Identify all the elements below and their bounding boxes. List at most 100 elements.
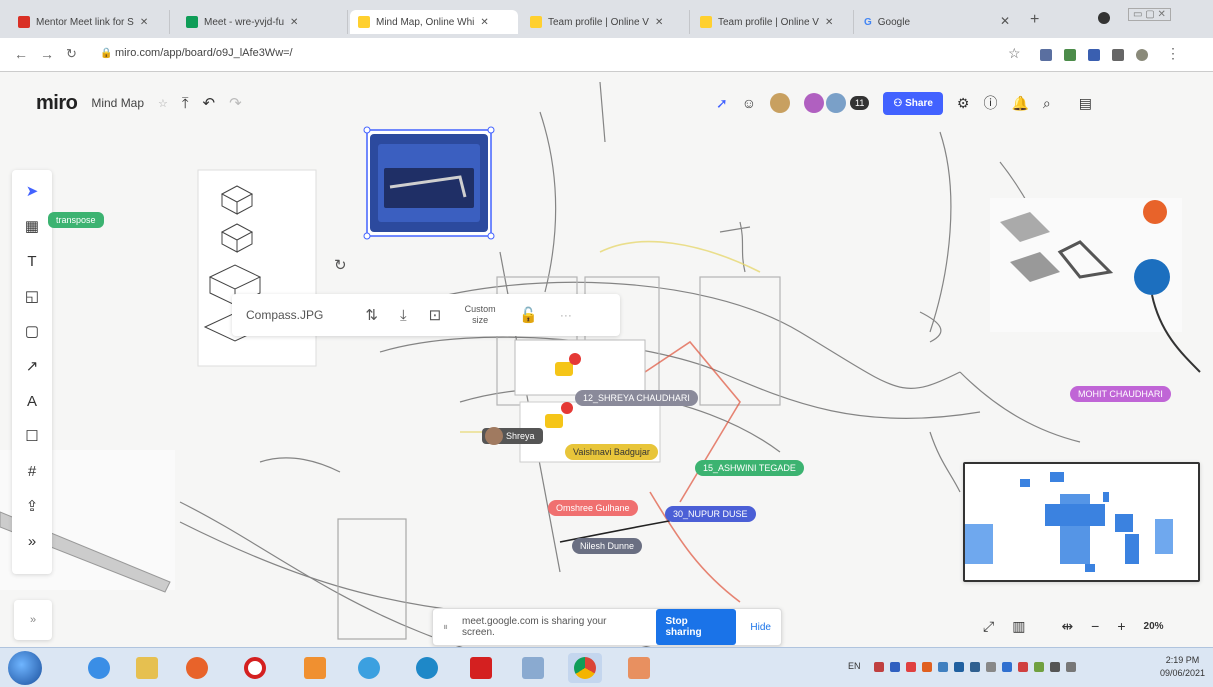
window-controls[interactable]: ▭ ▢ ✕: [1128, 8, 1171, 21]
tray-icon[interactable]: [938, 662, 948, 672]
new-tab-button[interactable]: +: [1030, 11, 1039, 29]
collapsed-panel[interactable]: »: [14, 600, 52, 640]
sticky-note-icon[interactable]: ◱: [21, 285, 43, 307]
reload-icon[interactable]: ↻: [66, 46, 77, 62]
firefox-icon[interactable]: [180, 653, 214, 683]
tray-icon[interactable]: [890, 662, 900, 672]
forward-icon[interactable]: →: [40, 46, 54, 62]
close-tab-icon[interactable]: ✕: [825, 17, 833, 28]
star-icon[interactable]: ☆: [1008, 45, 1021, 62]
document-icon[interactable]: [516, 653, 550, 683]
redo-icon[interactable]: ↷: [229, 94, 242, 112]
star-icon[interactable]: ☆: [158, 97, 168, 110]
miro-logo[interactable]: miro: [36, 92, 78, 115]
tray-icon[interactable]: [954, 662, 964, 672]
avatar[interactable]: [770, 93, 791, 113]
crop-icon[interactable]: ⊡: [429, 306, 442, 324]
settings-icon[interactable]: ⚙: [957, 95, 970, 112]
select-tool-icon[interactable]: ➤: [21, 180, 43, 202]
map-icon[interactable]: ▥: [1012, 618, 1025, 635]
zoom-in-button[interactable]: +: [1117, 618, 1125, 634]
board-title[interactable]: Mind Map: [91, 96, 144, 110]
bell-icon[interactable]: 🔔: [1011, 95, 1028, 112]
tab-google[interactable]: G Google: [856, 10, 1016, 34]
templates-icon[interactable]: ▦: [21, 215, 43, 237]
fit-width-icon[interactable]: ⇹: [1061, 618, 1073, 635]
side-label[interactable]: transpose: [48, 212, 104, 228]
cortana-icon[interactable]: [352, 653, 386, 683]
zoom-level[interactable]: 20%: [1144, 621, 1164, 632]
tray-icon[interactable]: [906, 662, 916, 672]
close-tab-icon[interactable]: ✕: [1000, 14, 1010, 28]
puzzle-icon[interactable]: [1112, 49, 1124, 61]
close-tab-icon[interactable]: ✕: [655, 17, 663, 28]
url-field[interactable]: miro.com/app/board/o9J_lAfe3Ww=/: [115, 47, 293, 59]
upload-icon[interactable]: ⇪: [21, 495, 43, 517]
lock-icon[interactable]: 🔓: [519, 306, 538, 324]
back-icon[interactable]: ←: [14, 46, 28, 62]
flip-icon[interactable]: ⇅: [365, 306, 378, 324]
more-icon[interactable]: ···: [560, 308, 572, 322]
app-icon[interactable]: [622, 653, 656, 683]
menu-icon[interactable]: ⋮: [1166, 45, 1180, 62]
miro-board[interactable]: miro Mind Map ☆ ⤒ ↶ ↷ ➚ ☺ 11 ⚇ Share ⚙ ⓘ…: [0, 72, 1213, 647]
frame-tool-icon[interactable]: #: [21, 460, 43, 482]
network-icon[interactable]: [1034, 662, 1044, 672]
help-icon[interactable]: ⓘ: [983, 93, 997, 113]
tab-team-profile-2[interactable]: Team profile | Online V ✕: [692, 10, 854, 34]
avatar[interactable]: [1136, 49, 1148, 61]
comment-tool-icon[interactable]: ☐: [21, 425, 43, 447]
acrobat-icon[interactable]: [464, 653, 498, 683]
text-tool-icon[interactable]: T: [21, 250, 43, 272]
stop-sharing-button[interactable]: Stop sharing: [655, 609, 737, 645]
tray-icon[interactable]: [874, 662, 884, 672]
avatar-count[interactable]: 11: [850, 96, 870, 110]
hide-button[interactable]: Hide: [750, 622, 771, 633]
tray-icon[interactable]: [986, 662, 996, 672]
share-button[interactable]: ⚇ Share: [883, 91, 943, 115]
search-icon[interactable]: ⌕: [1043, 95, 1051, 112]
battery-icon[interactable]: [1066, 662, 1076, 672]
tab-mind-map[interactable]: Mind Map, Online Whi ✕: [350, 10, 518, 34]
close-tab-icon[interactable]: ✕: [140, 17, 148, 28]
folder-icon[interactable]: [130, 653, 164, 683]
tray-icon[interactable]: [922, 662, 932, 672]
export-icon[interactable]: ⤒: [182, 95, 189, 112]
notes-icon[interactable]: ▤: [1079, 95, 1092, 112]
tab-meet[interactable]: Meet - wre-yvjd-fu ✕: [178, 10, 348, 34]
pen-tool-icon[interactable]: A: [21, 390, 43, 412]
extension-icon[interactable]: [1088, 49, 1100, 61]
cursor-arrow-icon[interactable]: ➚: [716, 95, 728, 112]
tab-team-profile-1[interactable]: Team profile | Online V ✕: [522, 10, 690, 34]
zoom-out-button[interactable]: −: [1091, 618, 1099, 634]
windows-start-icon[interactable]: [8, 651, 42, 685]
image-filename[interactable]: Compass.JPG: [246, 308, 323, 322]
opera-icon[interactable]: [238, 653, 272, 683]
minimap[interactable]: [963, 462, 1200, 582]
connector-tool-icon[interactable]: ↗: [21, 355, 43, 377]
edge-icon[interactable]: [410, 653, 444, 683]
profile-icon[interactable]: [1098, 12, 1110, 24]
tray-icon[interactable]: [970, 662, 980, 672]
tab-mentor-meet[interactable]: Mentor Meet link for S ✕: [10, 10, 170, 34]
language-indicator[interactable]: EN: [848, 661, 861, 671]
close-tab-icon[interactable]: ✕: [290, 17, 298, 28]
tray-icon[interactable]: [1002, 662, 1012, 672]
chrome-icon[interactable]: [568, 653, 602, 683]
reaction-icon[interactable]: ☺: [742, 95, 756, 111]
extension-icon[interactable]: [1064, 49, 1076, 61]
expand-icon[interactable]: »: [30, 614, 36, 626]
more-tools-icon[interactable]: »: [21, 530, 43, 552]
custom-size-button[interactable]: Custom size: [463, 304, 497, 326]
volume-icon[interactable]: [1050, 662, 1060, 672]
undo-icon[interactable]: ↶: [203, 94, 216, 112]
media-player-icon[interactable]: [298, 653, 332, 683]
download-icon[interactable]: ⤓: [400, 307, 407, 324]
rotate-icon[interactable]: ↻: [334, 256, 347, 274]
fit-screen-icon[interactable]: ⤢: [983, 618, 994, 635]
ie-icon[interactable]: [82, 653, 116, 683]
avatar[interactable]: [804, 93, 825, 113]
close-tab-icon[interactable]: ✕: [480, 17, 488, 28]
shape-tool-icon[interactable]: ▢: [21, 320, 43, 342]
avatar[interactable]: [826, 93, 847, 113]
